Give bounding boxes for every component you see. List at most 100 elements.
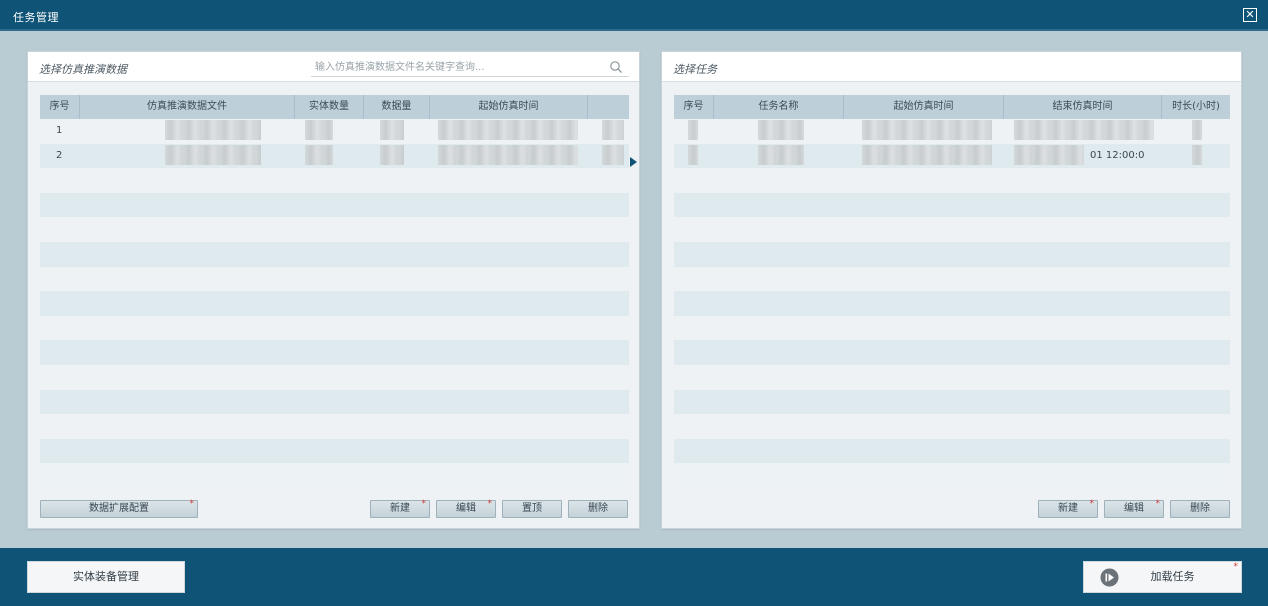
table-body: 1 2 xyxy=(40,119,629,464)
search-field[interactable] xyxy=(311,57,629,77)
task-table: 序号 任务名称 起始仿真时间 结束仿真时间 时长(小时) 01 12:00:0 xyxy=(674,95,1230,489)
column-header[interactable]: 起始仿真时间 xyxy=(844,95,1004,119)
redacted-cell xyxy=(844,119,1004,144)
close-icon[interactable]: ✕ xyxy=(1243,8,1257,22)
table-row[interactable]: 01 12:00:0 xyxy=(674,143,1230,169)
search-input[interactable] xyxy=(315,59,595,75)
table-row[interactable] xyxy=(674,119,1230,144)
end-time-fragment: 01 12:00:0 xyxy=(1090,149,1145,161)
table-row-empty xyxy=(674,438,1230,464)
table-row-empty xyxy=(40,414,629,439)
button-label: 新建 xyxy=(390,503,410,514)
row-index: 2 xyxy=(56,149,63,161)
table-row-empty xyxy=(674,414,1230,439)
button-label: 编辑 xyxy=(1124,503,1144,514)
table-row-empty xyxy=(674,340,1230,365)
workspace: 选择仿真推演数据 序号 仿真推演数据文件 实体数量 数据量 起始仿真时间 xyxy=(0,33,1268,548)
required-marker: * xyxy=(189,499,195,509)
redacted-cell xyxy=(364,119,430,144)
delete-task-button[interactable]: 删除 xyxy=(1170,500,1230,518)
new-task-button[interactable]: 新建 * xyxy=(1038,500,1098,518)
required-marker: * xyxy=(1233,562,1239,572)
table-row-empty xyxy=(40,217,629,242)
redacted-cell xyxy=(844,144,1004,169)
end-time-cell: 01 12:00:0 xyxy=(1004,144,1162,169)
table-row-empty xyxy=(40,438,629,464)
required-marker: * xyxy=(1089,499,1095,509)
redacted-cell xyxy=(1162,119,1230,144)
table-row-empty xyxy=(674,192,1230,218)
required-marker: * xyxy=(1155,499,1161,509)
table-row-empty xyxy=(674,291,1230,316)
button-label: 置顶 xyxy=(522,503,542,514)
button-label: 删除 xyxy=(588,503,608,514)
panel-header: 选择仿真推演数据 xyxy=(28,52,639,82)
new-data-button[interactable]: 新建 * xyxy=(370,500,430,518)
table-row-empty xyxy=(40,340,629,365)
entity-equipment-management-button[interactable]: 实体装备管理 xyxy=(27,561,185,593)
table-row-empty xyxy=(674,241,1230,267)
column-header[interactable]: 任务名称 xyxy=(714,95,844,119)
redacted-cell xyxy=(714,119,844,144)
search-icon[interactable] xyxy=(609,60,623,74)
table-body: 01 12:00:0 xyxy=(674,119,1230,464)
delete-data-button[interactable]: 删除 xyxy=(568,500,628,518)
column-header[interactable]: 数据量 xyxy=(364,95,430,119)
table-row-empty xyxy=(674,389,1230,415)
redacted-cell xyxy=(674,119,714,144)
column-header[interactable]: 序号 xyxy=(674,95,714,119)
button-label: 编辑 xyxy=(456,503,476,514)
column-header[interactable]: 结束仿真时间 xyxy=(1004,95,1162,119)
table-row-empty xyxy=(40,168,629,193)
redacted-cell xyxy=(295,119,364,144)
redacted-cell xyxy=(588,144,629,169)
redacted-cell xyxy=(1162,144,1230,169)
table-row-empty xyxy=(40,389,629,415)
arrow-right-icon xyxy=(630,157,637,167)
data-expand-config-button[interactable]: 数据扩展配置 * xyxy=(40,500,198,518)
required-marker: * xyxy=(487,499,493,509)
column-header[interactable]: 起始仿真时间 xyxy=(430,95,588,119)
redacted-cell xyxy=(714,144,844,169)
table-row-empty xyxy=(674,217,1230,242)
redacted-cell xyxy=(80,144,295,169)
row-index: 1 xyxy=(56,125,63,136)
redacted-cell xyxy=(430,144,588,169)
column-header-extra xyxy=(588,95,629,119)
table-row-empty xyxy=(40,364,629,390)
redacted-cell xyxy=(1004,119,1162,144)
button-label: 数据扩展配置 xyxy=(89,503,149,514)
redacted-cell xyxy=(674,144,714,169)
button-label: 删除 xyxy=(1190,503,1210,514)
table-row[interactable]: 1 xyxy=(40,119,629,144)
edit-task-button[interactable]: 编辑 * xyxy=(1104,500,1164,518)
play-step-icon xyxy=(1100,568,1119,587)
table-row-empty xyxy=(40,266,629,292)
column-header[interactable]: 序号 xyxy=(40,95,80,119)
task-panel: 选择任务 序号 任务名称 起始仿真时间 结束仿真时间 时长(小时) 01 12:… xyxy=(661,51,1242,529)
pin-top-button[interactable]: 置顶 xyxy=(502,500,562,518)
redacted-cell xyxy=(295,144,364,169)
panel-title: 选择仿真推演数据 xyxy=(39,63,127,76)
column-header[interactable]: 时长(小时) xyxy=(1162,95,1230,119)
panel-title: 选择任务 xyxy=(673,63,717,76)
simulation-data-table: 序号 仿真推演数据文件 实体数量 数据量 起始仿真时间 1 2 xyxy=(40,95,629,489)
table-row-empty xyxy=(40,241,629,267)
column-header[interactable]: 实体数量 xyxy=(295,95,364,119)
table-row[interactable]: 2 xyxy=(40,143,629,169)
window-title: 任务管理 xyxy=(13,11,59,24)
edit-data-button[interactable]: 编辑 * xyxy=(436,500,496,518)
simulation-data-panel: 选择仿真推演数据 序号 仿真推演数据文件 实体数量 数据量 起始仿真时间 xyxy=(27,51,640,529)
table-row-empty xyxy=(674,315,1230,341)
window-titlebar: 任务管理 ✕ xyxy=(0,0,1268,31)
redacted-cell xyxy=(430,119,588,144)
button-label: 实体装备管理 xyxy=(73,570,139,583)
table-row-empty xyxy=(40,315,629,341)
column-header[interactable]: 仿真推演数据文件 xyxy=(80,95,295,119)
panel-header: 选择任务 xyxy=(662,52,1241,82)
button-label: 新建 xyxy=(1058,503,1078,514)
load-task-button[interactable]: 加载任务 * xyxy=(1083,561,1242,593)
table-header: 序号 任务名称 起始仿真时间 结束仿真时间 时长(小时) xyxy=(674,95,1230,119)
table-row-empty xyxy=(674,364,1230,390)
table-header: 序号 仿真推演数据文件 实体数量 数据量 起始仿真时间 xyxy=(40,95,629,119)
